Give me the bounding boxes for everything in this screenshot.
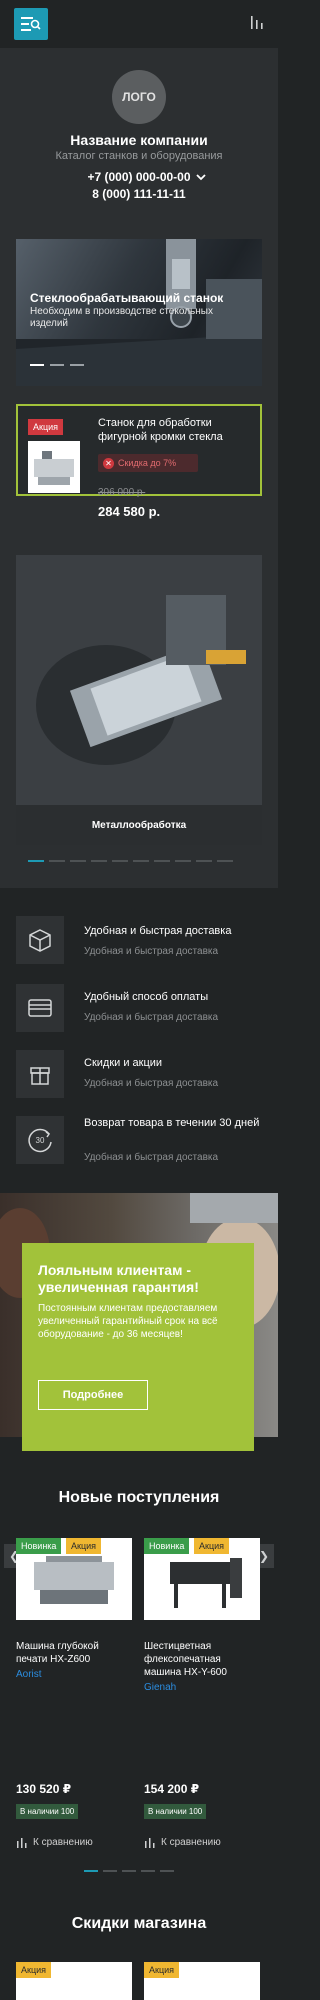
delivery-feature: [16, 916, 64, 964]
compare-icon: [145, 1838, 155, 1848]
feature-subtitle: Удобная и быстрая доставка: [84, 1012, 219, 1023]
np-dot[interactable]: [160, 1870, 174, 1872]
product-name[interactable]: Шестицветная флексопечатная машина HX-Y-…: [144, 1640, 254, 1679]
catalog-menu-button[interactable]: [14, 8, 48, 40]
banner-dot[interactable]: [70, 364, 84, 366]
product-brand[interactable]: Aorist: [16, 1669, 42, 1680]
np-dot[interactable]: [141, 1870, 155, 1872]
loyalty-more-button[interactable]: Подробнее: [38, 1380, 148, 1410]
box-icon: [29, 929, 51, 952]
category-pagination: [28, 860, 233, 862]
compare-link[interactable]: К сравнению: [16, 1836, 93, 1848]
payment-feature: [16, 984, 64, 1032]
phone-primary[interactable]: +7 (000) 000-00-00: [0, 170, 278, 184]
gift-icon: [30, 1067, 50, 1085]
product-price: 130 520 ₽: [16, 1782, 72, 1796]
return-icon-label: 30: [36, 1136, 45, 1145]
filter-bars-button[interactable]: [250, 14, 264, 35]
discount-label: Скидка до 7%: [118, 458, 177, 468]
loyalty-text: Постоянным клиентам предоставляем увелич…: [38, 1303, 218, 1340]
company-name: Название компании: [70, 132, 208, 148]
compare-link[interactable]: К сравнению: [144, 1836, 221, 1848]
banner-dot-active[interactable]: [30, 364, 44, 366]
badge-new: Новинка: [16, 1538, 62, 1554]
loyalty-title: Лояльным клиентам - увеличенная гарантия…: [38, 1262, 199, 1295]
np-dot-active[interactable]: [84, 1870, 98, 1872]
discounts-feature: [16, 1050, 64, 1098]
category-dot[interactable]: [133, 860, 149, 862]
badge-sale: Акция: [144, 1962, 179, 1978]
feature-title: Удобная и быстрая доставка: [84, 925, 232, 937]
np-dot[interactable]: [122, 1870, 136, 1872]
lathe-image: [16, 555, 262, 805]
category-dot-active[interactable]: [28, 860, 44, 862]
bars-icon: [251, 16, 263, 29]
chevron-down-icon[interactable]: [196, 173, 206, 181]
np-dot[interactable]: [103, 1870, 117, 1872]
close-icon: ✕: [103, 457, 114, 469]
badge-sale: Акция: [194, 1538, 229, 1554]
feature-title: Скидки и акции: [84, 1057, 163, 1069]
logo[interactable]: ЛОГО: [112, 70, 166, 124]
category-dot[interactable]: [49, 860, 65, 862]
promo-badge: Акция: [28, 419, 63, 435]
banner-title: Стеклообрабатывающий станок: [30, 291, 224, 305]
product-name[interactable]: Машина глубокой печати HX-Z600: [16, 1640, 126, 1666]
discounts-title: Скидки магазина: [71, 1915, 207, 1932]
card-icon: [28, 999, 52, 1017]
category-dot[interactable]: [112, 860, 128, 862]
category-dot[interactable]: [175, 860, 191, 862]
feature-subtitle: Удобная и быстрая доставка: [84, 1152, 219, 1163]
category-dot[interactable]: [154, 860, 170, 862]
feature-title: Возврат товара в течении 30 дней: [84, 1117, 260, 1129]
category-dot[interactable]: [196, 860, 212, 862]
phone-secondary[interactable]: 8 (000) 111-11-11: [0, 187, 278, 201]
new-arrivals-title: Новые поступления: [58, 1489, 220, 1506]
badge-new: Новинка: [144, 1538, 190, 1554]
product-brand[interactable]: Gienah: [144, 1682, 176, 1693]
new-price: 284 580 р.: [98, 504, 161, 519]
company-tagline: Каталог станков и оборудования: [55, 150, 223, 162]
banner-subtitle: Необходим в производстве стекольных изде…: [30, 306, 213, 329]
promo-product-image[interactable]: [28, 441, 80, 493]
product-price: 154 200 ₽: [144, 1782, 200, 1796]
category-dot[interactable]: [217, 860, 233, 862]
return-feature: 30: [16, 1116, 64, 1164]
feature-subtitle: Удобная и быстрая доставка: [84, 946, 219, 957]
banner-pagination: [30, 364, 84, 366]
old-price: 306 000 р.: [98, 487, 146, 498]
return-30-icon: 30: [28, 1128, 52, 1153]
discount-chip: ✕ Скидка до 7%: [98, 454, 198, 472]
menu-search-icon: [21, 17, 41, 31]
feature-subtitle: Удобная и быстрая доставка: [84, 1078, 219, 1089]
category-dot[interactable]: [70, 860, 86, 862]
new-arrivals-pagination: [84, 1870, 174, 1872]
badge-sale: Акция: [16, 1962, 51, 1978]
compare-icon: [17, 1838, 27, 1848]
promo-title[interactable]: Станок для обработки фигурной кромки сте…: [98, 416, 258, 444]
banner-dot[interactable]: [50, 364, 64, 366]
compare-label: К сравнению: [161, 1836, 221, 1848]
category-caption[interactable]: Металлообработка: [16, 805, 262, 845]
banner-slide[interactable]: Стеклообрабатывающий станок Необходим в …: [16, 239, 262, 386]
feature-title: Удобный способ оплаты: [84, 991, 209, 1003]
stock-badge: В наличии 100: [144, 1804, 207, 1819]
compare-label: К сравнению: [33, 1836, 93, 1848]
stock-badge: В наличии 100: [16, 1804, 79, 1819]
category-card[interactable]: [16, 555, 262, 845]
machine-image: [34, 451, 74, 485]
category-dot[interactable]: [91, 860, 107, 862]
chevron-right-icon: ❯: [258, 1549, 270, 1563]
badge-sale: Акция: [66, 1538, 101, 1554]
